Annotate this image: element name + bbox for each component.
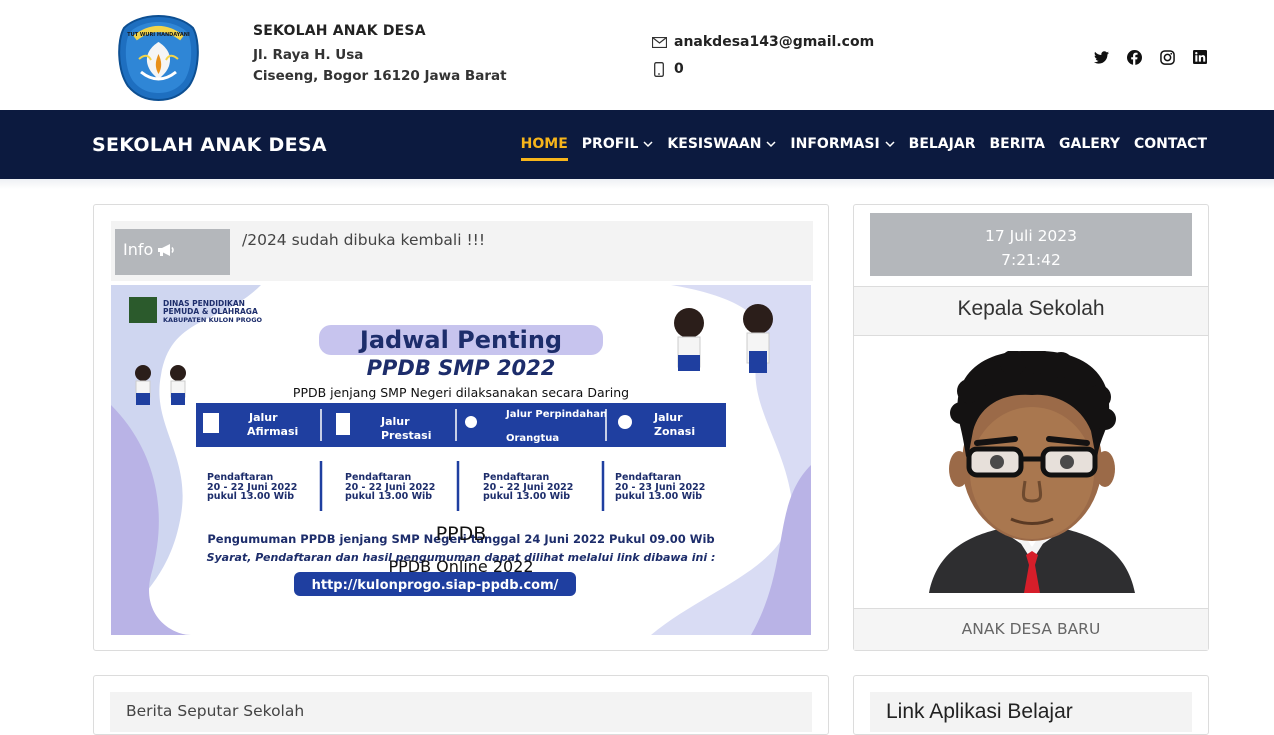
- linkedin-icon[interactable]: [1191, 47, 1209, 67]
- chevron-down-icon: [643, 141, 653, 148]
- nav-contact-label: CONTACT: [1133, 136, 1207, 152]
- nav-kesiswaan-label: KESISWAAN: [667, 136, 762, 152]
- instagram-icon[interactable]: [1158, 47, 1176, 67]
- nav-belajar[interactable]: BELAJAR: [909, 133, 976, 155]
- nav-contact[interactable]: CONTACT: [1134, 133, 1207, 155]
- social-links: [1092, 47, 1209, 67]
- chevron-down-icon: [766, 141, 776, 148]
- learning-apps-title: Link Aplikasi Belajar: [870, 692, 1192, 732]
- kepala-sekolah-title: Kepala Sekolah: [854, 286, 1208, 336]
- path-4-line2: Zonasi: [654, 425, 695, 438]
- school-address: Jl. Raya H. Usa Ciseeng, Bogor 16120 Jaw…: [253, 45, 507, 87]
- nav-profil-label: PROFIL: [581, 136, 639, 152]
- sidebar-card: 17 Juli 2023 7:21:42 Kepala Sekolah ANAK…: [853, 204, 1209, 651]
- phone-row[interactable]: 0: [651, 59, 874, 79]
- navbar-shadow: [0, 179, 1274, 189]
- info-marquee-text[interactable]: /2024 sudah dibuka kembali !!!: [242, 231, 485, 249]
- school-name: SEKOLAH ANAK DESA: [253, 23, 426, 39]
- nav-home-label: HOME: [520, 136, 568, 152]
- main-navbar: SEKOLAH ANAK DESA HOME PROFIL KESISWAAN …: [0, 110, 1274, 179]
- nav-galery[interactable]: GALERY: [1059, 133, 1120, 155]
- banner-caption-sub: PPDB Online 2022: [388, 557, 534, 576]
- date-clock: 17 Juli 2023 7:21:42: [870, 213, 1192, 276]
- nav-informasi[interactable]: INFORMASI: [790, 133, 895, 155]
- ppdb-banner-image[interactable]: DINAS PENDIDIKAN PEMUDA & OLAHRAGA KABUP…: [111, 285, 811, 635]
- banner-org-line2: PEMUDA & OLAHRAGA: [163, 307, 258, 316]
- school-identity: SEKOLAH ANAK DESA Jl. Raya H. Usa Ciseen…: [253, 23, 507, 87]
- phone-text[interactable]: 0: [674, 61, 684, 77]
- path-4-line1: Jalur: [653, 411, 683, 424]
- banner-title: Jadwal Penting: [358, 326, 562, 354]
- school-logo[interactable]: TUT WURI HANDAYANI: [117, 14, 200, 101]
- email-row[interactable]: anakdesa143@gmail.com: [651, 32, 874, 52]
- reg-time-2: pukul 13.00 Wib: [345, 491, 432, 502]
- address-line-1: Jl. Raya H. Usa: [253, 47, 364, 63]
- banner-subtitle: PPDB SMP 2022: [367, 356, 556, 380]
- kepala-sekolah-name: ANAK DESA BARU: [854, 608, 1208, 650]
- facebook-icon[interactable]: [1125, 47, 1143, 67]
- banner-intro: PPDB jenjang SMP Negeri dilaksanakan sec…: [293, 385, 629, 400]
- current-date: 17 Juli 2023: [984, 227, 1078, 245]
- nav-informasi-label: INFORMASI: [790, 136, 880, 152]
- info-ticker: Info /2024 sudah dibuka kembali !!!: [111, 221, 813, 281]
- path-2-line2: Prestasi: [381, 429, 432, 442]
- nav-menu: HOME PROFIL KESISWAAN INFORMASI BELAJAR …: [507, 133, 1207, 161]
- path-1-line2: Afirmasi: [247, 425, 298, 438]
- nav-home[interactable]: HOME: [520, 133, 568, 161]
- reg-time-3: pukul 13.00 Wib: [483, 491, 570, 502]
- path-1-line1: Jalur: [248, 411, 278, 424]
- contact-info: anakdesa143@gmail.com 0: [651, 32, 874, 86]
- megaphone-icon: [158, 244, 175, 256]
- nav-belajar-label: BELAJAR: [908, 136, 976, 152]
- info-label-text: Info: [123, 240, 154, 259]
- path-3-line2: Orangtua: [506, 433, 559, 444]
- email-text[interactable]: anakdesa143@gmail.com: [674, 34, 874, 50]
- nav-berita[interactable]: BERITA: [989, 133, 1045, 155]
- learning-apps-card: Link Aplikasi Belajar: [853, 675, 1209, 735]
- envelope-icon: [651, 36, 667, 48]
- nav-kesiswaan[interactable]: KESISWAAN: [667, 133, 776, 155]
- nav-galery-label: GALERY: [1059, 136, 1120, 152]
- banner-org-line3: KABUPATEN KULON PROGO: [163, 316, 263, 324]
- chevron-down-icon: [885, 141, 895, 148]
- logo-motto: TUT WURI HANDAYANI: [127, 32, 190, 38]
- reg-time-4: pukul 13.00 Wib: [615, 491, 702, 502]
- current-time: 7:21:42: [1001, 251, 1061, 269]
- address-line-2: Ciseeng, Bogor 16120 Jawa Barat: [253, 68, 507, 84]
- navbar-brand[interactable]: SEKOLAH ANAK DESA: [92, 134, 327, 156]
- path-2-line1: Jalur: [380, 415, 410, 428]
- news-card-title: Berita Seputar Sekolah: [110, 692, 812, 732]
- news-card: Berita Seputar Sekolah: [93, 675, 829, 735]
- main-content-card: Info /2024 sudah dibuka kembali !!! DINA…: [93, 204, 829, 651]
- banner-link: http://kulonprogo.siap-ppdb.com/: [312, 578, 559, 593]
- principal-avatar: [929, 351, 1135, 593]
- phone-icon: [651, 61, 667, 77]
- info-label: Info: [115, 229, 230, 275]
- top-header: TUT WURI HANDAYANI SEKOLAH ANAK DESA Jl.…: [0, 0, 1274, 110]
- twitter-icon[interactable]: [1092, 47, 1110, 67]
- path-3-line1: Jalur Perpindahan: [505, 409, 607, 420]
- banner-caption-title: PPDB: [435, 523, 487, 545]
- reg-time-1: pukul 13.00 Wib: [207, 491, 294, 502]
- nav-berita-label: BERITA: [989, 136, 1046, 152]
- nav-profil[interactable]: PROFIL: [582, 133, 654, 155]
